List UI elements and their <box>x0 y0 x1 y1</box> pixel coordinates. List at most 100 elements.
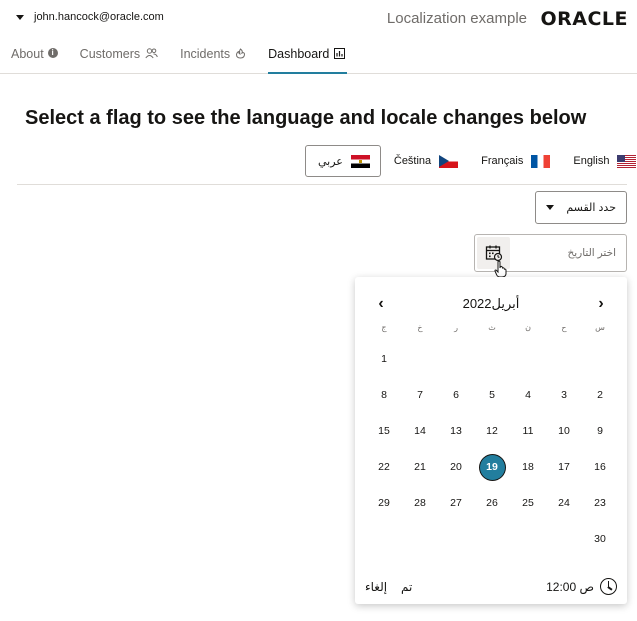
calendar-day-number <box>408 347 433 372</box>
date-picker-popup: ‹ أبريل2022 › س ح ن ث ر خ ج 1 2 3 4 5 6 7 8 9 10 11 12 13 14… <box>355 277 627 604</box>
calendar-day[interactable]: 14 <box>402 413 438 449</box>
tab-label: Incidents <box>180 47 231 61</box>
calendar-day[interactable]: 4 <box>510 377 546 413</box>
date-field-placeholder: اختر التاريخ <box>567 247 616 259</box>
calendar-empty-cell <box>402 521 438 557</box>
flag-button-english[interactable]: English <box>573 145 637 177</box>
tab-label: Dashboard <box>268 47 330 61</box>
language-flags: عربي Čeština Français English <box>305 145 637 177</box>
calendar-day[interactable]: 13 <box>438 413 474 449</box>
chevron-right-icon[interactable]: › <box>591 295 611 315</box>
calendar-day-number: 16 <box>594 461 606 473</box>
calendar-empty-cell <box>510 341 546 377</box>
calendar-day[interactable]: 20 <box>438 449 474 485</box>
calendar-day[interactable]: 16 <box>582 449 618 485</box>
tab-dashboard[interactable]: Dashboard <box>268 42 348 74</box>
time-toggle-button[interactable]: 12:00 ص <box>546 578 617 595</box>
calendar-day-number: 1 <box>381 353 387 365</box>
calendar-day-number: 15 <box>378 425 390 437</box>
calendar-day[interactable]: 7 <box>402 377 438 413</box>
tab-label: Customers <box>79 47 141 61</box>
calendar-empty-cell <box>510 521 546 557</box>
calendar-day[interactable]: 26 <box>474 485 510 521</box>
calendar-day-number <box>480 527 505 552</box>
chevron-down-icon <box>16 14 24 20</box>
chart-icon <box>334 48 346 59</box>
tab-customers[interactable]: Customers <box>80 42 158 74</box>
france-flag-icon <box>531 154 551 168</box>
calendar-day[interactable]: 15 <box>366 413 402 449</box>
calendar-day-number: 24 <box>558 497 570 509</box>
calendar-day[interactable]: 30 <box>582 521 618 557</box>
flag-button-french[interactable]: Français <box>481 145 551 177</box>
calendar-day[interactable]: 27 <box>438 485 474 521</box>
calendar-day-number: 26 <box>486 497 498 509</box>
calendar-header: ‹ أبريل2022 › <box>355 295 627 315</box>
calendar-day[interactable]: 24 <box>546 485 582 521</box>
calendar-day[interactable]: 12 <box>474 413 510 449</box>
calendar-day-number: 13 <box>450 425 462 437</box>
calendar-day-number <box>480 347 505 372</box>
weekday-header: ر <box>454 323 458 332</box>
calendar-day-number: 7 <box>417 389 423 401</box>
weekday-header: ح <box>561 323 567 332</box>
calendar-day[interactable]: 25 <box>510 485 546 521</box>
calendar-day[interactable]: 3 <box>546 377 582 413</box>
flag-button-czech[interactable]: Čeština <box>393 145 459 177</box>
calendar-day-number <box>588 347 613 372</box>
usa-flag-icon <box>617 154 637 168</box>
calendar-day[interactable]: 9 <box>582 413 618 449</box>
calendar-empty-cell <box>438 341 474 377</box>
calendar-day[interactable]: 29 <box>366 485 402 521</box>
section-select-value: حدد القسم <box>566 202 616 214</box>
weekday-header: خ <box>417 323 423 332</box>
tab-about[interactable]: About i <box>11 42 58 74</box>
calendar-day[interactable]: 2 <box>582 377 618 413</box>
calendar-empty-cell <box>474 341 510 377</box>
tab-label: About <box>11 47 44 61</box>
calendar-day-number: 18 <box>522 461 534 473</box>
calendar-day[interactable]: 11 <box>510 413 546 449</box>
calendar-day[interactable]: 8 <box>366 377 402 413</box>
calendar-empty-cell <box>546 341 582 377</box>
calendar-day[interactable]: 22 <box>366 449 402 485</box>
egypt-flag-icon <box>350 154 370 168</box>
cancel-button[interactable]: إلغاء <box>365 580 387 594</box>
fire-icon <box>236 48 246 59</box>
calendar-day[interactable]: 28 <box>402 485 438 521</box>
calendar-month-title[interactable]: أبريل2022 <box>355 296 627 312</box>
calendar-day[interactable]: 19 <box>474 449 510 485</box>
calendar-day[interactable]: 1 <box>366 341 402 377</box>
calendar-day[interactable]: 23 <box>582 485 618 521</box>
flag-label: Français <box>481 155 524 167</box>
calendar-day[interactable]: 17 <box>546 449 582 485</box>
calendar-day[interactable]: 6 <box>438 377 474 413</box>
user-menu[interactable]: john.hancock@oracle.com <box>16 11 164 23</box>
calendar-day[interactable]: 5 <box>474 377 510 413</box>
info-icon: i <box>47 48 58 58</box>
calendar-day-number: 4 <box>525 389 531 401</box>
calendar-empty-cell <box>438 521 474 557</box>
flag-button-arabic[interactable]: عربي <box>305 145 381 177</box>
calendar-empty-cell <box>402 341 438 377</box>
calendar-day-number: 19 <box>479 454 505 480</box>
chevron-down-icon <box>546 205 554 210</box>
clock-icon <box>600 578 617 595</box>
calendar-day-number: 9 <box>597 425 603 437</box>
calendar-day-number: 3 <box>561 389 567 401</box>
calendar-day-number: 17 <box>558 461 570 473</box>
flag-label: Čeština <box>393 155 432 167</box>
calendar-day[interactable]: 10 <box>546 413 582 449</box>
calendar-day[interactable]: 21 <box>402 449 438 485</box>
weekday-header: س <box>595 323 605 332</box>
calendar-day[interactable]: 18 <box>510 449 546 485</box>
divider <box>17 184 627 185</box>
calendar-day-number <box>372 527 397 552</box>
calendar-day-number <box>444 527 469 552</box>
calendar-day-number <box>444 347 469 372</box>
tab-incidents[interactable]: Incidents <box>180 42 246 74</box>
calendar-day-number <box>516 347 541 372</box>
done-button[interactable]: تم <box>401 580 412 594</box>
weekday-header: ن <box>525 323 531 332</box>
section-select[interactable]: حدد القسم <box>535 191 627 224</box>
